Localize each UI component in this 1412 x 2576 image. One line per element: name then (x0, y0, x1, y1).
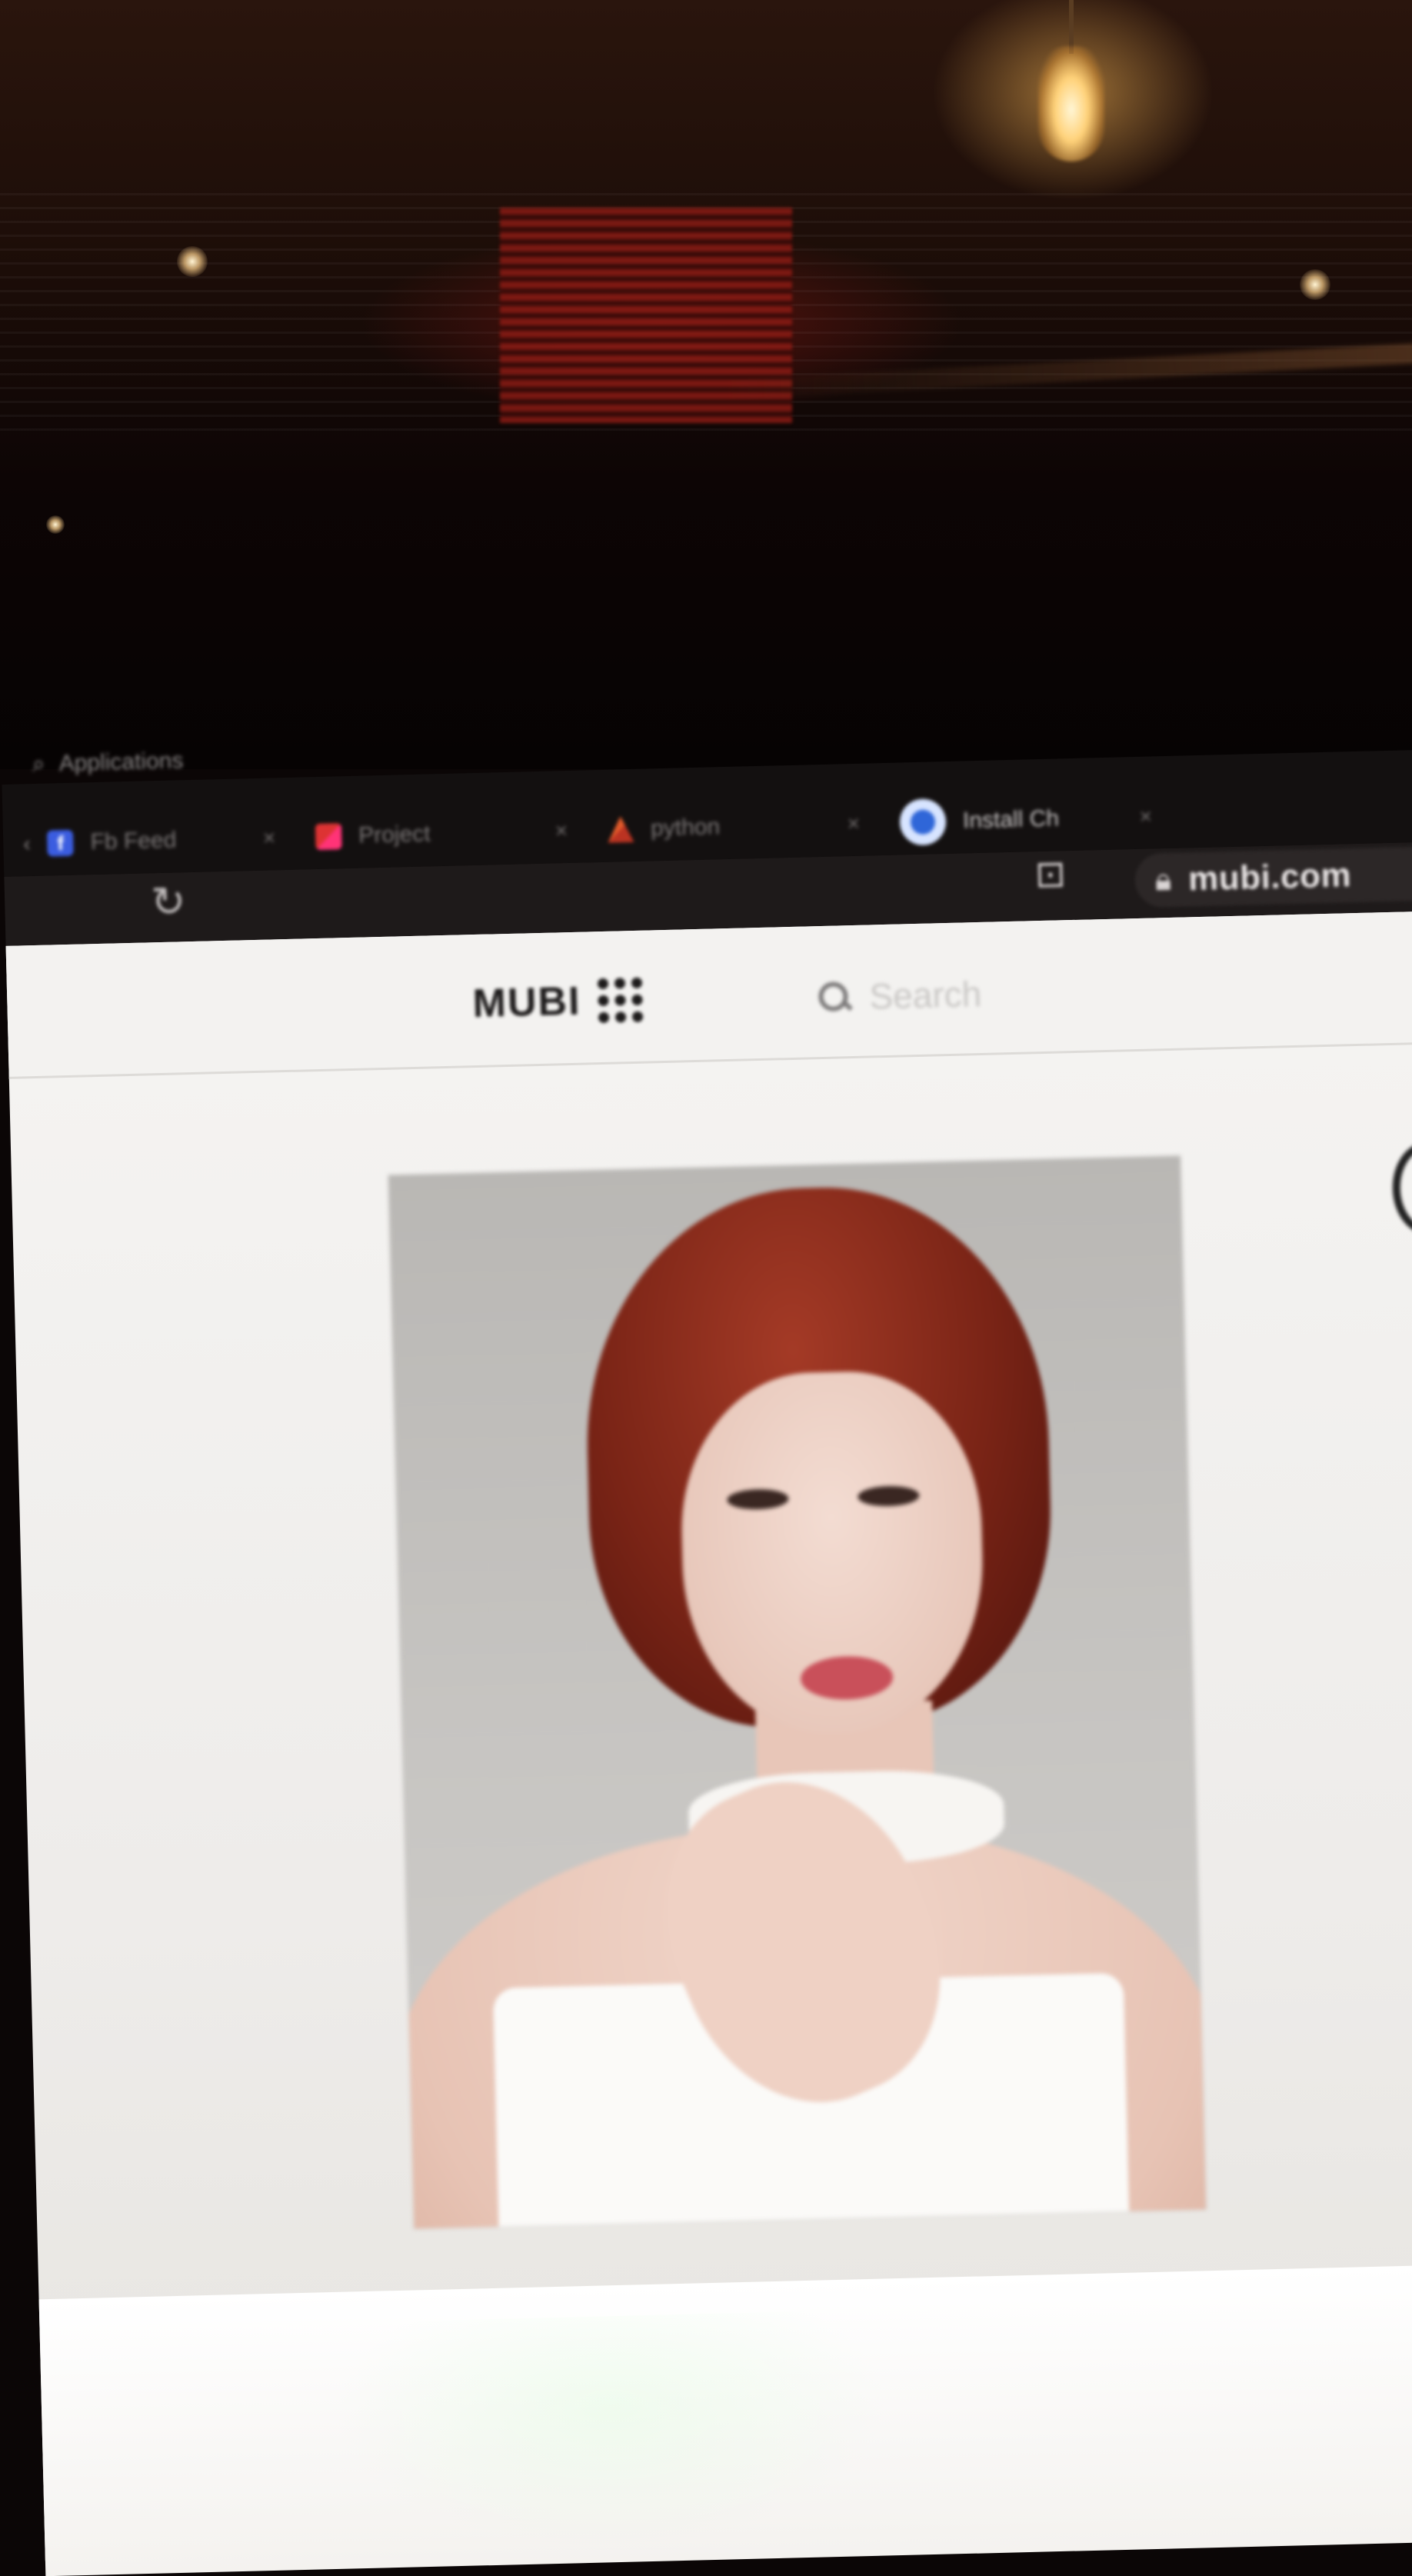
tab-project[interactable]: Project × (295, 807, 588, 860)
site-search[interactable]: Search (818, 973, 982, 1018)
tab-title: python (650, 814, 721, 841)
python-icon (608, 816, 634, 843)
profile-info-edge (1391, 1141, 1412, 1328)
tab-title: Project (358, 821, 431, 848)
project-icon (315, 823, 342, 851)
tab-install-chrome[interactable]: Install Ch × (879, 793, 1172, 846)
search-icon (818, 981, 850, 1013)
tab-title: Install Ch (962, 805, 1060, 834)
room-background (0, 0, 1412, 769)
ceiling-spotlight (1300, 269, 1330, 300)
laptop-screen: ⌕ Applications ‹ f Fb Feed × Project × p… (0, 673, 1412, 2576)
tab-fb-feed[interactable]: ‹ f Fb Feed × (3, 815, 296, 868)
bookmark-icon[interactable]: ⊡ (1034, 852, 1067, 896)
address-bar[interactable]: 🔒︎ mubi.com (1134, 845, 1412, 908)
search-icon: ⌕ (32, 751, 46, 777)
tab-python[interactable]: python × (587, 800, 880, 853)
hanging-bulb (1038, 46, 1104, 162)
chrome-icon (899, 798, 947, 846)
mubi-logo[interactable]: MUBI (471, 977, 644, 1027)
tab-close-icon[interactable]: × (262, 825, 275, 850)
mubi-dots-icon (597, 977, 644, 1024)
tab-close-icon[interactable]: × (847, 811, 860, 836)
facebook-icon: f (47, 829, 75, 857)
ceiling-spotlight (46, 515, 65, 534)
tab-close-icon[interactable]: × (1139, 804, 1152, 828)
tab-title: Fb Feed (90, 827, 177, 855)
bookmarks-bar: ⌕ Applications (32, 745, 183, 780)
search-placeholder: Search (868, 973, 982, 1017)
url-text: mubi.com (1187, 856, 1352, 898)
reload-icon[interactable]: ↻ (150, 877, 187, 926)
tab-scroll-left-icon[interactable]: ‹ (23, 831, 31, 856)
ceiling-spotlight (177, 246, 208, 277)
tab-close-icon[interactable]: × (554, 818, 568, 843)
cast-portrait-image (388, 1155, 1207, 2229)
web-page: MUBI Search (5, 910, 1412, 2576)
follow-button-edge[interactable] (1391, 1141, 1412, 1235)
apps-bookmark[interactable]: Applications (58, 748, 184, 777)
logo-wordmark: MUBI (471, 978, 582, 1027)
lock-icon: 🔒︎ (1154, 862, 1172, 897)
screen-glare (331, 2309, 891, 2554)
content-section (38, 2264, 1412, 2576)
